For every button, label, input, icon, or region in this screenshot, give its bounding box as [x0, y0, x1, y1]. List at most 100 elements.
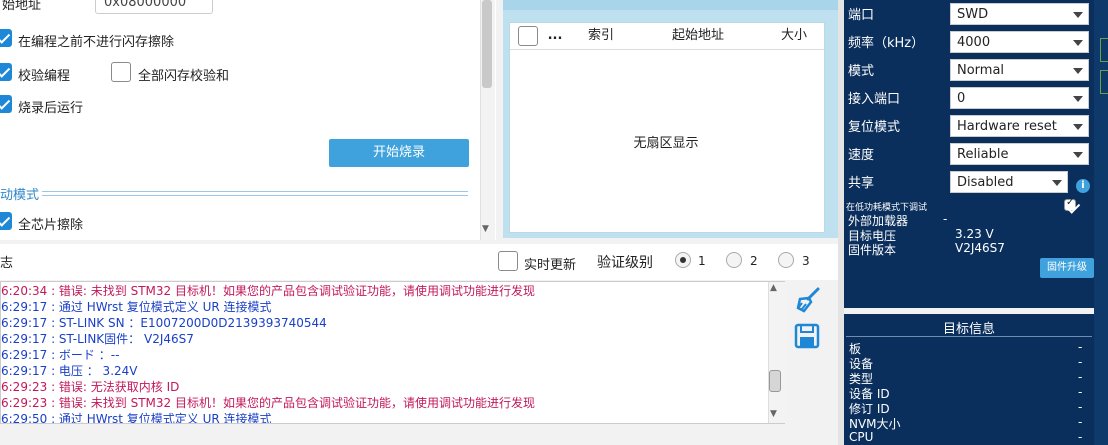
- run-after-label: 烧录后运行: [18, 101, 84, 116]
- log-line: 6:29:17 : ボード ：--: [1, 348, 120, 362]
- target-voltage-value: 3.23 V: [955, 227, 994, 241]
- empty-sector-message: 无扇区显示: [633, 136, 699, 151]
- target-info-value: -: [1078, 385, 1083, 399]
- log-line: 6:29:50 : 通过 HWrst 复位模式定义 UR 连接模式: [1, 412, 272, 424]
- start-programming-button[interactable]: 开始烧录: [329, 139, 469, 167]
- chevron-down-icon: [1073, 96, 1083, 102]
- chevron-down-icon: [1073, 68, 1083, 74]
- chevron-down-icon: [1073, 124, 1083, 130]
- scroll-down-icon[interactable]: ▼: [482, 224, 489, 234]
- realtime-update-label: 实时更新: [524, 258, 577, 273]
- level-3-label: 3: [802, 254, 810, 268]
- config-label: 端口: [848, 8, 875, 23]
- no-erase-label: 在编程之前不进行闪存擦除: [18, 35, 175, 50]
- log-line: 6:29:17 : 通过 HWrst 复位模式定义 UR 连接模式: [1, 300, 272, 314]
- column-index[interactable]: 索引: [570, 23, 633, 50]
- full-checksum-checkbox[interactable]: [111, 62, 131, 82]
- config-select[interactable]: Reliable: [950, 143, 1089, 165]
- check-icon: ✓: [1066, 197, 1075, 208]
- config-select[interactable]: 4000: [950, 31, 1089, 53]
- select-all-column[interactable]: [510, 23, 541, 50]
- ext-loader-value: -: [943, 212, 948, 226]
- select-all-checkbox[interactable]: [518, 26, 538, 46]
- target-info-title: 目标信息: [942, 322, 995, 337]
- sector-table: ... 索引 起始地址 大小: [509, 22, 825, 233]
- save-log-icon[interactable]: [794, 323, 820, 349]
- log-scrollbar-thumb[interactable]: [769, 370, 781, 392]
- full-checksum-label: 全部闪存校验和: [138, 69, 230, 84]
- log-line: 6:29:17 : 电压 ： 3.24V: [1, 364, 138, 378]
- chevron-down-icon: [1052, 180, 1062, 186]
- column-size[interactable]: 大小: [764, 23, 824, 50]
- chevron-down-icon: [1073, 12, 1083, 18]
- level-2-radio[interactable]: [726, 252, 742, 268]
- log-scrollbar[interactable]: [768, 282, 785, 423]
- config-select-value: Reliable: [957, 147, 1009, 162]
- chevron-down-icon: [1073, 40, 1083, 46]
- target-info-divider: [846, 336, 1092, 337]
- level-2-label: 2: [750, 254, 758, 268]
- realtime-update-checkbox[interactable]: [498, 251, 518, 271]
- log-line: 6:29:23 : 错误: 未找到 STM32 目标机！如果您的产品包含调试验证…: [1, 396, 535, 410]
- start-address-label: 始地址: [2, 0, 42, 13]
- log-scroll-down-icon[interactable]: ▼: [770, 409, 777, 419]
- config-label: 接入端口: [848, 92, 901, 107]
- config-label: 共享: [848, 176, 875, 191]
- log-line: 6:20:34 : 错误: 未找到 STM32 目标机！如果您的产品包含调试验证…: [1, 284, 535, 298]
- config-label: 模式: [848, 64, 875, 79]
- start-address-input[interactable]: 0x08000000: [95, 0, 213, 14]
- config-select-value: Hardware reset: [957, 119, 1057, 134]
- column-more[interactable]: ...: [540, 23, 571, 50]
- run-after-checkbox[interactable]: [0, 95, 12, 113]
- target-info-label: CPU: [849, 430, 874, 444]
- clear-log-icon[interactable]: [794, 286, 822, 314]
- config-label: 复位模式: [848, 120, 901, 135]
- full-chip-erase-checkbox[interactable]: [0, 212, 12, 230]
- config-label: 速度: [848, 148, 875, 163]
- level-3-radio[interactable]: [778, 252, 794, 268]
- config-select-value: 0: [957, 91, 966, 106]
- log-header: [0, 244, 838, 280]
- level-1-label: 1: [698, 254, 706, 268]
- config-select[interactable]: Normal: [950, 59, 1089, 81]
- side-indicator: [1100, 38, 1108, 62]
- config-label: 频率（kHz）: [848, 36, 925, 51]
- level-1-radio[interactable]: [675, 252, 691, 268]
- low-power-debug-checkbox[interactable]: ✓: [1064, 197, 1076, 211]
- target-info-value: -: [1078, 370, 1083, 384]
- log-output[interactable]: 6:20:34 : 错误: 未找到 STM32 目标机！如果您的产品包含调试验证…: [0, 281, 785, 424]
- verify-level-label: 验证级别: [597, 255, 653, 271]
- verify-label: 校验编程: [18, 69, 71, 84]
- firmware-version-value: V2J46S7: [955, 241, 1005, 255]
- config-select[interactable]: Disabled: [950, 171, 1068, 193]
- target-info-value: -: [1078, 400, 1083, 414]
- log-title: 志: [0, 256, 14, 271]
- right-side-strip: [1094, 0, 1108, 445]
- log-scroll-up-icon[interactable]: ▲: [770, 283, 777, 293]
- no-erase-checkbox[interactable]: [0, 29, 12, 47]
- target-info-value: -: [1078, 355, 1083, 369]
- target-info-value: -: [1078, 340, 1083, 354]
- config-select-value: SWD: [957, 7, 989, 22]
- firmware-version-label: 固件版本: [848, 243, 897, 257]
- full-chip-erase-label: 全芯片擦除: [18, 218, 84, 233]
- side-indicator: [1100, 70, 1108, 94]
- chevron-down-icon: [1073, 152, 1083, 158]
- column-start-address[interactable]: 起始地址: [632, 23, 765, 50]
- target-info-value: -: [1078, 430, 1083, 444]
- config-select-value: 4000: [957, 35, 991, 50]
- config-select[interactable]: Hardware reset: [950, 115, 1089, 137]
- info-icon[interactable]: i: [1076, 179, 1090, 193]
- firmware-upgrade-button[interactable]: 固件升级: [1040, 258, 1094, 278]
- target-info-value: -: [1078, 415, 1083, 429]
- verify-checkbox[interactable]: [0, 63, 12, 81]
- mode-section-divider: [42, 191, 468, 196]
- mode-section-title: 动模式: [0, 188, 40, 203]
- log-line: 6:29:17 : ST-LINK SN ：E1007200D0D2139393…: [1, 316, 327, 330]
- config-select[interactable]: SWD: [950, 3, 1089, 25]
- log-line: 6:29:17 : ST-LINK固件： V2J46S7: [1, 332, 194, 346]
- sector-panel-header: [503, 0, 838, 10]
- left-scrollbar-thumb[interactable]: [482, 0, 492, 88]
- config-select-value: Normal: [957, 63, 1005, 78]
- config-select[interactable]: 0: [950, 87, 1089, 109]
